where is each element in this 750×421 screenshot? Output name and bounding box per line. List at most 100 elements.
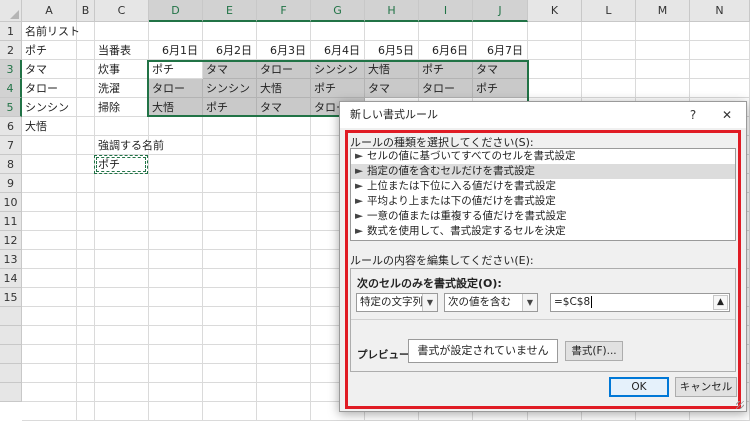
empty-cell[interactable] — [582, 22, 636, 41]
empty-cell[interactable] — [77, 307, 95, 326]
empty-cell[interactable] — [257, 307, 311, 326]
cell-d4[interactable]: タロー — [149, 79, 203, 98]
empty-cell[interactable] — [95, 383, 149, 402]
empty-cell[interactable] — [257, 288, 311, 307]
value-input[interactable]: =$C$8 ▲ — [550, 293, 730, 312]
empty-cell[interactable] — [22, 136, 77, 155]
cell-c8[interactable]: ポチ — [95, 155, 149, 174]
empty-cell[interactable] — [77, 231, 95, 250]
empty-cell[interactable] — [95, 22, 149, 41]
row-header-1[interactable]: 1 — [0, 22, 22, 41]
row-header-11[interactable]: 11 — [0, 212, 22, 231]
rule-type-item[interactable]: ► セルの値に基づいてすべてのセルを書式設定 — [351, 149, 735, 164]
empty-cell[interactable] — [77, 193, 95, 212]
empty-cell[interactable] — [528, 60, 582, 79]
empty-cell[interactable] — [203, 250, 257, 269]
row-header-6[interactable]: 6 — [0, 117, 22, 136]
empty-cell[interactable] — [203, 364, 257, 383]
empty-cell[interactable] — [690, 60, 750, 79]
cell-f2[interactable]: 6月3日 — [257, 41, 311, 60]
empty-cell[interactable] — [95, 193, 149, 212]
empty-cell[interactable] — [257, 383, 311, 402]
chevron-down-icon[interactable]: ▼ — [522, 294, 537, 311]
row-header-16[interactable] — [0, 307, 22, 326]
cell-a1[interactable]: 名前リスト — [22, 22, 80, 41]
empty-cell[interactable] — [311, 22, 365, 41]
rule-type-item-selected[interactable]: ► 指定の値を含むセルだけを書式設定 — [351, 164, 735, 179]
empty-cell[interactable] — [690, 22, 750, 41]
col-header-j[interactable]: J — [473, 0, 528, 22]
empty-cell[interactable] — [257, 136, 311, 155]
cell-f3[interactable]: タロー — [257, 60, 311, 79]
cell-g4[interactable]: ポチ — [311, 79, 365, 98]
empty-cell[interactable] — [257, 155, 311, 174]
cell-c7[interactable]: 強調する名前 — [95, 136, 164, 155]
format-button[interactable]: 書式(F)... — [565, 341, 623, 361]
collapse-dialog-icon[interactable]: ▲ — [713, 295, 728, 310]
row-header-2[interactable]: 2 — [0, 41, 22, 60]
empty-cell[interactable] — [636, 22, 690, 41]
row-header-15[interactable]: 15 — [0, 288, 22, 307]
empty-cell[interactable] — [203, 345, 257, 364]
rule-type-item[interactable]: ► 一意の値または重複する値だけを書式設定 — [351, 209, 735, 224]
empty-cell[interactable] — [77, 269, 95, 288]
empty-cell[interactable] — [95, 288, 149, 307]
col-header-a[interactable]: A — [22, 0, 77, 22]
empty-cell[interactable] — [203, 402, 257, 421]
empty-cell[interactable] — [149, 212, 203, 231]
empty-cell[interactable] — [95, 402, 149, 421]
empty-cell[interactable] — [77, 383, 95, 402]
cell-g2[interactable]: 6月4日 — [311, 41, 365, 60]
cell-d2[interactable]: 6月1日 — [149, 41, 203, 60]
empty-cell[interactable] — [149, 307, 203, 326]
empty-cell[interactable] — [22, 402, 77, 421]
row-header-17[interactable] — [0, 326, 22, 345]
empty-cell[interactable] — [149, 193, 203, 212]
row-header-14[interactable]: 14 — [0, 269, 22, 288]
empty-cell[interactable] — [257, 269, 311, 288]
row-header-18[interactable] — [0, 345, 22, 364]
cell-c3[interactable]: 炊事 — [95, 60, 149, 79]
resize-grip-icon[interactable] — [736, 401, 744, 409]
empty-cell[interactable] — [77, 117, 95, 136]
cancel-button[interactable]: キャンセル — [675, 377, 737, 397]
col-header-i[interactable]: I — [419, 0, 473, 22]
empty-cell[interactable] — [528, 79, 582, 98]
empty-cell[interactable] — [257, 231, 311, 250]
cell-j4[interactable]: ポチ — [473, 79, 528, 98]
empty-cell[interactable] — [203, 212, 257, 231]
col-header-h[interactable]: H — [365, 0, 419, 22]
empty-cell[interactable] — [203, 193, 257, 212]
empty-cell[interactable] — [77, 79, 95, 98]
col-header-k[interactable]: K — [528, 0, 582, 22]
empty-cell[interactable] — [203, 288, 257, 307]
empty-cell[interactable] — [149, 231, 203, 250]
empty-cell[interactable] — [203, 136, 257, 155]
col-header-b[interactable]: B — [77, 0, 95, 22]
col-header-c[interactable]: C — [95, 0, 149, 22]
col-header-f[interactable]: F — [257, 0, 311, 22]
cell-f4[interactable]: 大悟 — [257, 79, 311, 98]
empty-cell[interactable] — [149, 402, 203, 421]
cell-c4[interactable]: 洗濯 — [95, 79, 149, 98]
empty-cell[interactable] — [257, 22, 311, 41]
empty-cell[interactable] — [77, 136, 95, 155]
cell-e2[interactable]: 6月2日 — [203, 41, 257, 60]
empty-cell[interactable] — [22, 345, 77, 364]
help-button[interactable]: ? — [680, 102, 706, 128]
empty-cell[interactable] — [203, 326, 257, 345]
empty-cell[interactable] — [22, 193, 77, 212]
empty-cell[interactable] — [95, 269, 149, 288]
empty-cell[interactable] — [77, 345, 95, 364]
row-header-13[interactable]: 13 — [0, 250, 22, 269]
empty-cell[interactable] — [582, 60, 636, 79]
empty-cell[interactable] — [77, 212, 95, 231]
empty-cell[interactable] — [203, 231, 257, 250]
cell-i4[interactable]: タロー — [419, 79, 473, 98]
empty-cell[interactable] — [22, 364, 77, 383]
ok-button[interactable]: OK — [609, 377, 669, 397]
empty-cell[interactable] — [95, 250, 149, 269]
empty-cell[interactable] — [149, 345, 203, 364]
empty-cell[interactable] — [582, 79, 636, 98]
empty-cell[interactable] — [528, 41, 582, 60]
